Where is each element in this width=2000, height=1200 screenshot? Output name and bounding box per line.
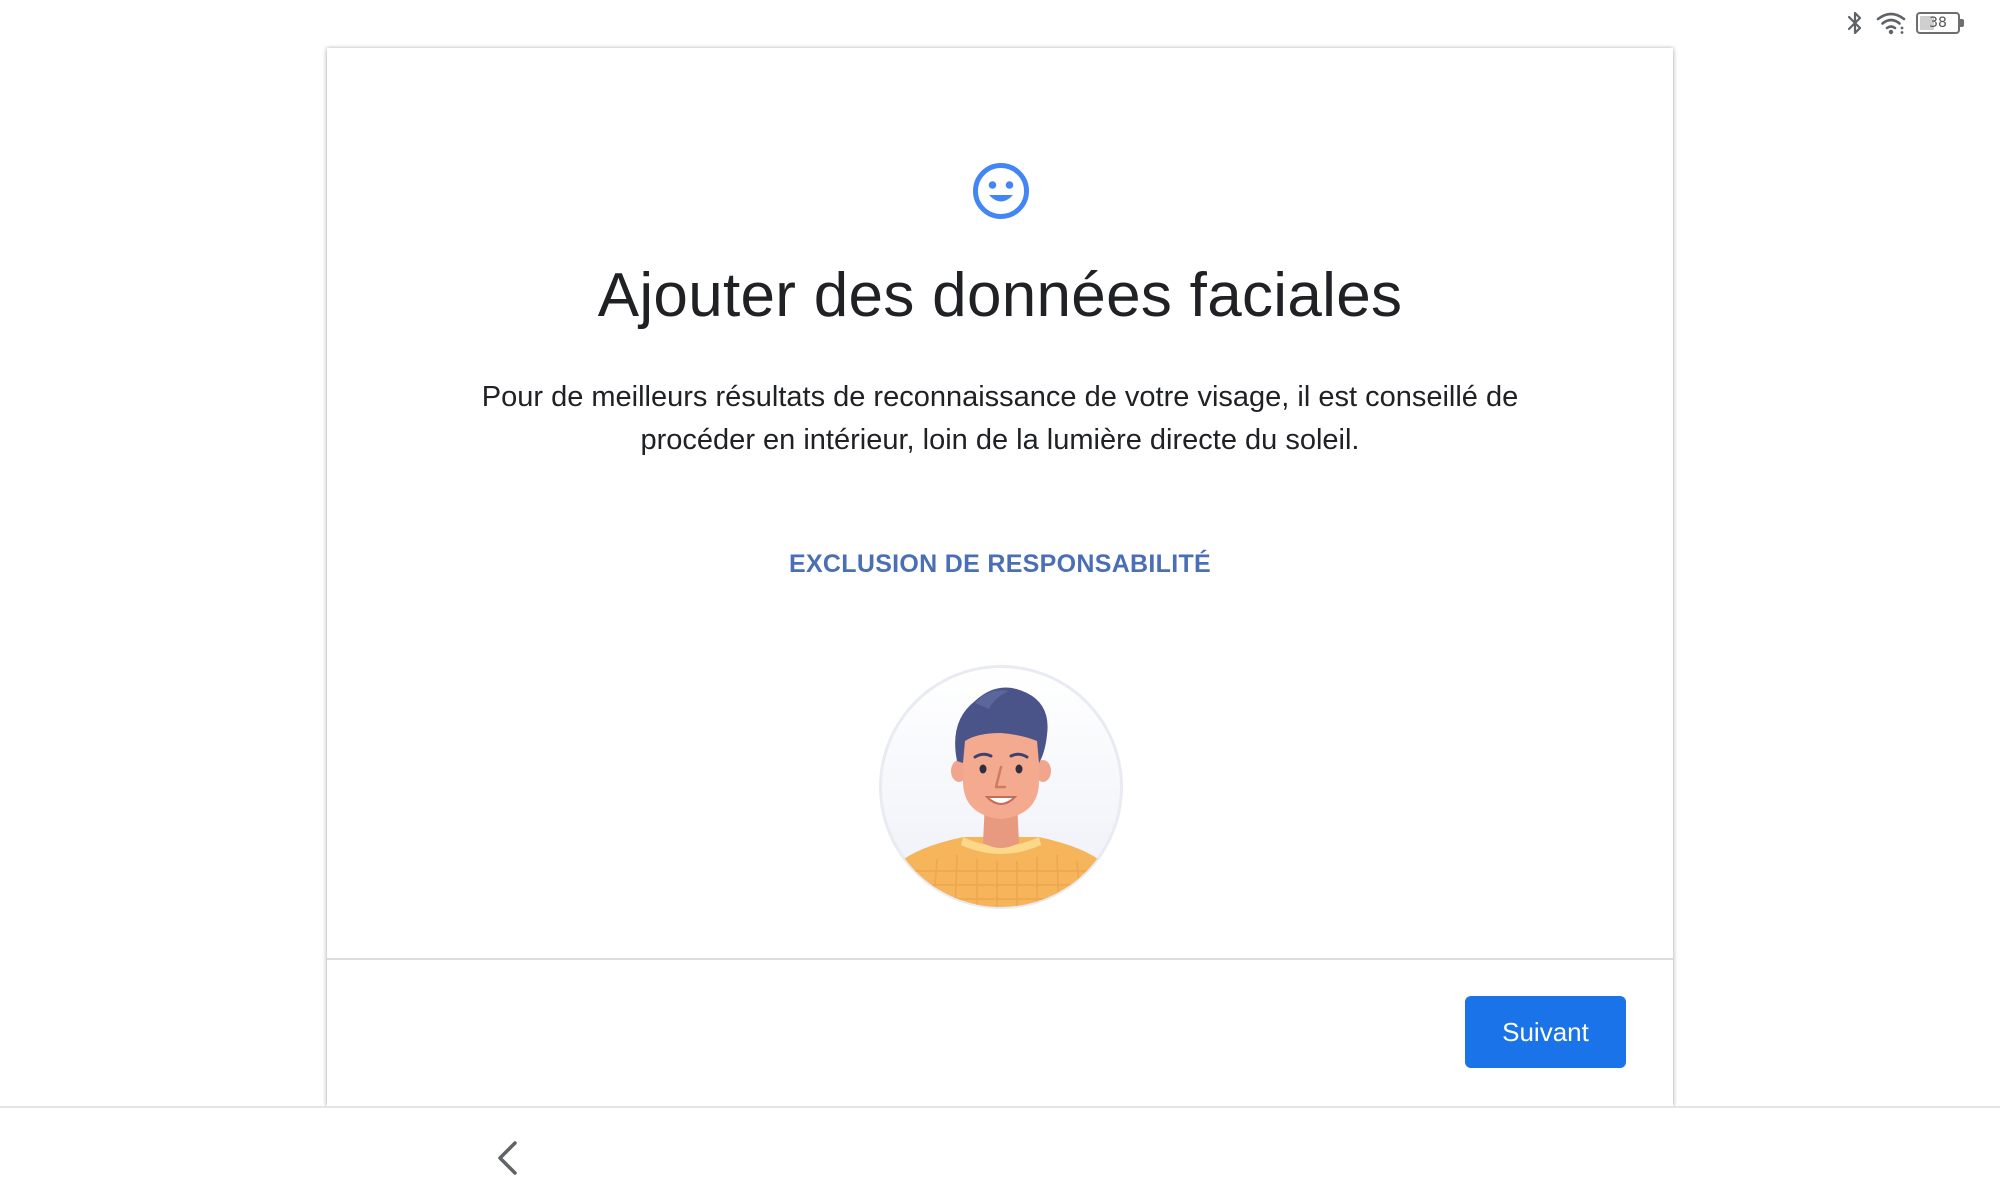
back-chevron-icon[interactable]	[482, 1133, 532, 1183]
bluetooth-icon	[1847, 11, 1862, 35]
face-avatar-illustration	[879, 665, 1123, 909]
battery-icon: 38	[1916, 12, 1964, 34]
wifi-icon	[1876, 12, 1906, 35]
disclaimer-link[interactable]: EXCLUSION DE RESPONSABILITÉ	[327, 550, 1673, 579]
next-button[interactable]: Suivant	[1465, 996, 1626, 1068]
status-bar: 38	[0, 0, 2000, 48]
battery-level: 38	[1929, 15, 1947, 31]
face-enrollment-dialog: Ajouter des données faciales Pour de mei…	[327, 48, 1673, 1106]
face-smile-icon	[973, 163, 1029, 219]
navigation-bar	[0, 1106, 2000, 1200]
footer-divider	[327, 958, 1673, 960]
status-icons: 38	[1844, 10, 1964, 36]
page-title: Ajouter des données faciales	[597, 261, 1403, 330]
description-text: Pour de meilleurs résultats de reconnais…	[481, 381, 1519, 456]
